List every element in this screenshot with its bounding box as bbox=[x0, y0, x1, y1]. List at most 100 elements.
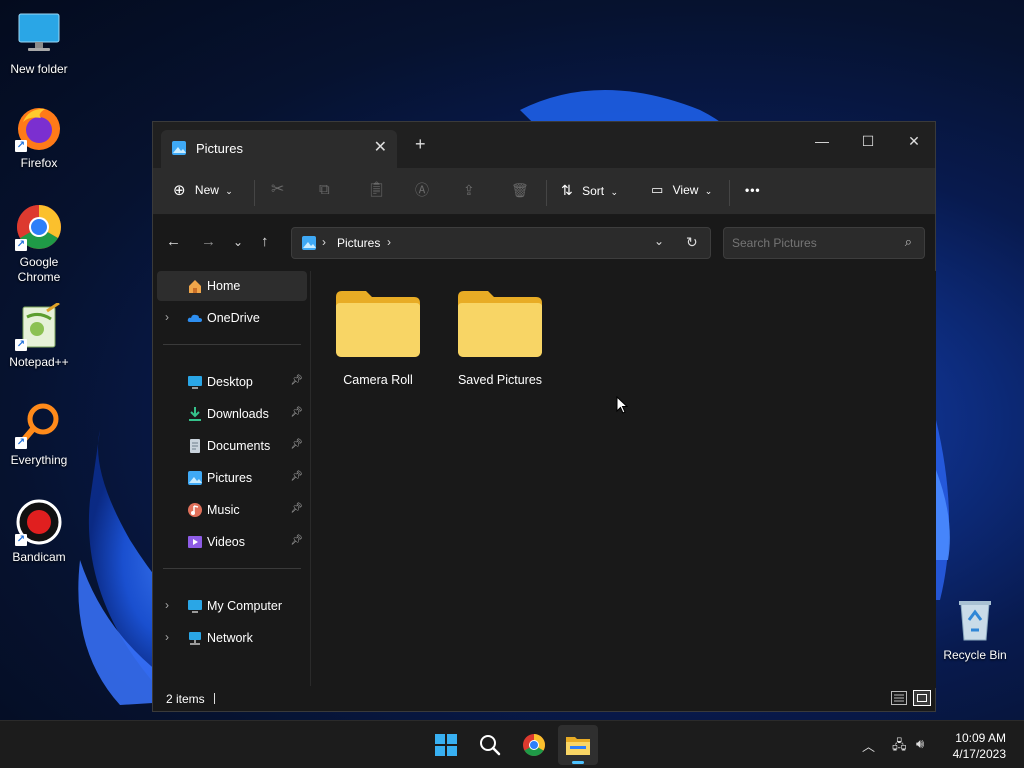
minimize-button[interactable]: — bbox=[799, 128, 845, 154]
new-button[interactable]: ⊕ New ⌄ bbox=[173, 180, 233, 204]
firefox-icon: ↗ bbox=[15, 104, 63, 152]
back-arrow-icon[interactable]: ← bbox=[166, 233, 181, 250]
home-icon bbox=[187, 278, 203, 294]
new-tab-button[interactable]: + bbox=[415, 134, 426, 155]
show-hidden-icons-chevron-icon[interactable]: ︿ bbox=[862, 736, 875, 755]
folder-icon bbox=[458, 291, 542, 357]
view-button[interactable]: ▭ View ⌄ bbox=[651, 180, 712, 204]
desktop-icon-chrome[interactable]: ↗ Google Chrome bbox=[3, 203, 75, 285]
status-bar: 2 items bbox=[153, 686, 935, 711]
start-button[interactable] bbox=[426, 725, 466, 765]
mouse-cursor-icon bbox=[616, 395, 629, 417]
delete-icon[interactable]: 🗑︎ bbox=[511, 180, 529, 204]
item-count: 2 items bbox=[166, 692, 205, 706]
pin-icon[interactable]: 📌︎ bbox=[290, 439, 303, 450]
sidebar-item-desktop[interactable]: Desktop 📌︎ bbox=[157, 367, 307, 397]
sidebar-item-my-computer[interactable]: › My Computer bbox=[157, 591, 307, 621]
share-icon[interactable]: ⇪ bbox=[463, 180, 475, 204]
chevron-right-icon[interactable]: › bbox=[165, 310, 169, 324]
sidebar-item-videos[interactable]: Videos 📌︎ bbox=[157, 527, 307, 557]
bandicam-icon: ↗ bbox=[15, 498, 63, 546]
volume-icon[interactable]: 🔊︎ bbox=[916, 736, 924, 752]
plus-circle-icon: ⊕ bbox=[173, 181, 186, 199]
download-icon bbox=[187, 406, 203, 422]
file-explorer-window: Pictures ✕ + — ☐ ✕ ⊕ New ⌄ ✂ ⧉ 📋︎ Ⓐ ⇪ 🗑︎… bbox=[152, 121, 936, 712]
title-bar[interactable]: Pictures ✕ + — ☐ ✕ bbox=[153, 122, 935, 168]
search-taskbar-button[interactable] bbox=[470, 725, 510, 765]
paste-icon[interactable]: 📋︎ bbox=[367, 180, 386, 204]
pin-icon[interactable]: 📌︎ bbox=[290, 471, 303, 482]
search-input[interactable] bbox=[732, 234, 892, 252]
sort-button[interactable]: ⇅ Sort ⌄ bbox=[561, 180, 618, 204]
chrome-icon: ↗ bbox=[15, 203, 63, 251]
computer-icon bbox=[187, 598, 203, 614]
chevron-down-icon: ⌄ bbox=[704, 186, 713, 196]
shortcut-arrow-icon: ↗ bbox=[15, 239, 27, 251]
folder-camera-roll[interactable]: Camera Roll bbox=[323, 291, 433, 387]
status-divider bbox=[214, 693, 215, 704]
pin-icon[interactable]: 📌︎ bbox=[290, 503, 303, 514]
network-status-icon[interactable]: 🖧︎ bbox=[892, 736, 907, 758]
close-tab-icon[interactable]: ✕ bbox=[374, 137, 387, 157]
desktop-icon-bandicam[interactable]: ↗ Bandicam bbox=[3, 498, 75, 565]
sidebar-item-pictures[interactable]: Pictures 📌︎ bbox=[157, 463, 307, 493]
rename-icon[interactable]: Ⓐ bbox=[415, 180, 429, 204]
sidebar-item-network[interactable]: › Network bbox=[157, 623, 307, 653]
chrome-taskbar-button[interactable] bbox=[514, 725, 554, 765]
navigation-bar: ← → ⌄ ↑ › Pictures › ⌄ ↻ ⌕ bbox=[153, 215, 935, 271]
sidebar-item-music[interactable]: Music 📌︎ bbox=[157, 495, 307, 525]
sidebar-item-documents[interactable]: Documents 📌︎ bbox=[157, 431, 307, 461]
pictures-icon bbox=[187, 470, 203, 486]
recent-locations-chevron-icon[interactable]: ⌄ bbox=[233, 235, 243, 249]
file-list: Camera Roll Saved Pictures bbox=[312, 271, 936, 688]
view-icon: ▭ bbox=[651, 182, 664, 197]
music-icon bbox=[187, 502, 203, 518]
desktop-icon-firefox[interactable]: ↗ Firefox bbox=[3, 104, 75, 171]
pin-icon[interactable]: 📌︎ bbox=[290, 407, 303, 418]
up-arrow-icon[interactable]: ↑ bbox=[261, 233, 269, 250]
command-bar: ⊕ New ⌄ ✂ ⧉ 📋︎ Ⓐ ⇪ 🗑︎ ⇅ Sort ⌄ ▭ View ⌄ … bbox=[153, 168, 935, 215]
chrome-icon bbox=[523, 734, 545, 756]
forward-arrow-icon[interactable]: → bbox=[201, 233, 216, 250]
search-icon bbox=[480, 735, 501, 756]
chevron-right-icon[interactable]: › bbox=[165, 598, 169, 612]
shortcut-arrow-icon: ↗ bbox=[15, 534, 27, 546]
sidebar-item-home[interactable]: Home bbox=[157, 271, 307, 301]
refresh-icon[interactable]: ↻ bbox=[686, 234, 698, 251]
pin-icon[interactable]: 📌︎ bbox=[290, 535, 303, 546]
folder-saved-pictures[interactable]: Saved Pictures bbox=[445, 291, 555, 387]
pin-icon[interactable]: 📌︎ bbox=[290, 375, 303, 386]
chevron-down-icon: ⌄ bbox=[610, 187, 618, 197]
close-window-button[interactable]: ✕ bbox=[891, 128, 937, 154]
tab-pictures[interactable]: Pictures ✕ bbox=[161, 130, 397, 168]
desktop-icon-notepadpp[interactable]: ↗ Notepad++ bbox=[3, 301, 75, 370]
breadcrumb-chevron-icon: › bbox=[387, 235, 391, 249]
clock[interactable]: 10:09 AM 4/17/2023 bbox=[953, 730, 1006, 762]
tiles-view-icon[interactable] bbox=[913, 690, 931, 706]
tab-title: Pictures bbox=[196, 141, 243, 156]
breadcrumb-chevron-icon: › bbox=[322, 235, 326, 249]
address-bar[interactable]: › Pictures › ⌄ ↻ bbox=[291, 227, 711, 259]
taskbar: ︿ 🖧︎ 🔊︎ 10:09 AM 4/17/2023 bbox=[0, 720, 1024, 768]
onedrive-cloud-icon bbox=[187, 310, 203, 326]
recycle-bin-icon bbox=[951, 596, 999, 644]
shortcut-arrow-icon: ↗ bbox=[15, 339, 27, 351]
copy-icon[interactable]: ⧉ bbox=[319, 180, 330, 204]
desktop-icon-recycle-bin[interactable]: Recycle Bin bbox=[940, 596, 1010, 663]
breadcrumb-pictures[interactable]: Pictures bbox=[337, 236, 380, 250]
cut-icon[interactable]: ✂ bbox=[271, 180, 284, 204]
sidebar-item-downloads[interactable]: Downloads 📌︎ bbox=[157, 399, 307, 429]
chevron-right-icon[interactable]: › bbox=[165, 630, 169, 644]
maximize-button[interactable]: ☐ bbox=[845, 128, 891, 154]
file-explorer-taskbar-button[interactable] bbox=[558, 725, 598, 765]
address-dropdown-icon[interactable]: ⌄ bbox=[654, 234, 664, 248]
desktop-icon-everything[interactable]: ↗ Everything bbox=[3, 401, 75, 468]
sidebar-item-onedrive[interactable]: › OneDrive bbox=[157, 303, 307, 333]
more-options-button[interactable]: ••• bbox=[745, 180, 761, 204]
search-box[interactable]: ⌕ bbox=[723, 227, 925, 259]
details-view-icon[interactable] bbox=[891, 691, 907, 705]
file-explorer-icon bbox=[566, 737, 590, 764]
shortcut-arrow-icon: ↗ bbox=[15, 437, 27, 449]
desktop-icon-new-folder[interactable]: New folder bbox=[3, 10, 75, 77]
desktop-icon bbox=[187, 374, 203, 390]
